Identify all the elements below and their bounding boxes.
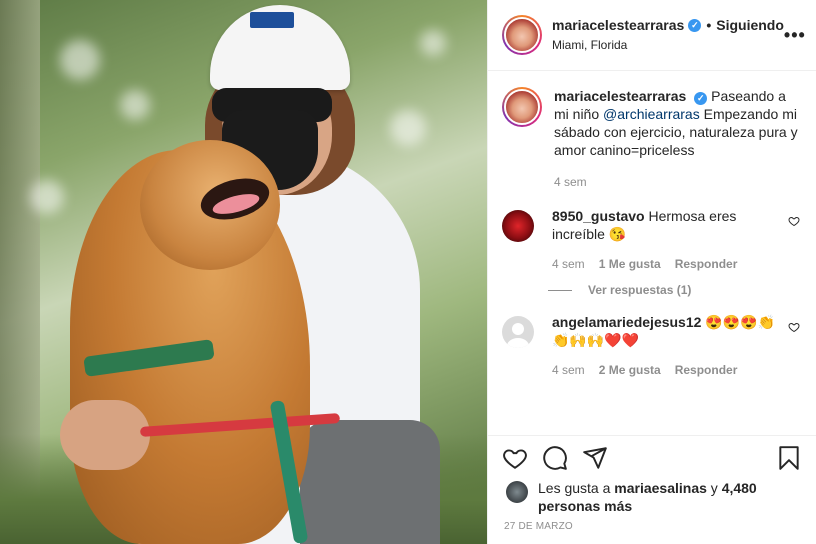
- likes-summary: Les gusta a mariaesalinas y 4,480 person…: [488, 479, 816, 515]
- verified-badge-icon: ✓: [688, 18, 702, 32]
- photo-cap-logo: [250, 12, 294, 28]
- comment-time[interactable]: 4 sem: [552, 257, 585, 271]
- instagram-post-view: mariacelestearraras ✓ • Siguiendo Miami,…: [0, 0, 816, 544]
- caption-verified-badge-icon: ✓: [694, 91, 708, 105]
- commenter-avatar[interactable]: [502, 210, 534, 242]
- comment-time[interactable]: 4 sem: [552, 363, 585, 377]
- view-replies-label: Ver respuestas (1): [588, 283, 692, 297]
- photo-person-hand: [60, 400, 150, 470]
- author-username[interactable]: mariacelestearraras: [552, 16, 684, 34]
- comment-meta: 4 sem 2 Me gusta Responder: [552, 363, 780, 377]
- comment-text: 8950_gustavo Hermosa eres increíble 😘: [552, 207, 780, 243]
- commenter-avatar[interactable]: [502, 316, 534, 348]
- comment-heart-icon[interactable]: [788, 321, 800, 333]
- photo-bokeh: [30, 180, 64, 214]
- post-date[interactable]: 27 DE MARZO: [488, 515, 816, 532]
- comment-text: angelamariedejesus12 😍😍😍👏👏🙌🙌❤️❤️: [552, 313, 780, 349]
- more-icon[interactable]: •••: [784, 25, 806, 46]
- heart-icon[interactable]: [502, 445, 528, 471]
- author-avatar-image: [504, 17, 540, 53]
- reply-button[interactable]: Responder: [675, 363, 738, 377]
- caption-avatar[interactable]: [502, 87, 542, 127]
- likes-text: Les gusta a mariaesalinas y 4,480 person…: [538, 479, 800, 515]
- post-photo[interactable]: [0, 0, 487, 544]
- post-actions-bar: [488, 435, 816, 479]
- comment-meta: 4 sem 1 Me gusta Responder: [552, 257, 780, 271]
- header-separator: •: [706, 17, 712, 33]
- replies-line: [548, 289, 572, 291]
- reply-button[interactable]: Responder: [675, 257, 738, 271]
- likes-middle: y: [706, 480, 722, 496]
- comment-item: angelamariedejesus12 😍😍😍👏👏🙌🙌❤️❤️ 4 sem 2…: [502, 313, 800, 377]
- photo-person-leggings: [300, 420, 440, 544]
- caption-time[interactable]: 4 sem: [554, 175, 587, 189]
- default-avatar-icon: [507, 323, 529, 348]
- photo-bokeh: [420, 30, 446, 56]
- caption-avatar-image: [504, 89, 540, 125]
- bottom-padding: [488, 532, 816, 544]
- post-side-panel: mariacelestearraras ✓ • Siguiendo Miami,…: [487, 0, 816, 544]
- following-button[interactable]: Siguiendo: [716, 16, 784, 34]
- bookmark-icon[interactable]: [776, 445, 802, 471]
- share-icon[interactable]: [582, 445, 608, 471]
- photo-bokeh: [120, 90, 150, 120]
- comment-item: 8950_gustavo Hermosa eres increíble 😘 4 …: [502, 207, 800, 271]
- caption-text: mariacelestearraras ✓ Paseando a mi niño…: [554, 87, 800, 159]
- commenter-username[interactable]: angelamariedejesus12: [552, 314, 701, 330]
- liker-avatar[interactable]: [506, 481, 528, 503]
- author-info: mariacelestearraras ✓ • Siguiendo Miami,…: [552, 16, 784, 54]
- comment-likes[interactable]: 2 Me gusta: [599, 363, 661, 377]
- view-replies-button[interactable]: Ver respuestas (1): [548, 283, 800, 297]
- comment-likes[interactable]: 1 Me gusta: [599, 257, 661, 271]
- commenter-username[interactable]: 8950_gustavo: [552, 208, 645, 224]
- liker-username[interactable]: mariaesalinas: [614, 480, 707, 496]
- caption-username[interactable]: mariacelestearraras: [554, 88, 686, 104]
- photo-bokeh: [60, 40, 100, 80]
- caption-meta: 4 sem: [554, 175, 800, 189]
- post-header: mariacelestearraras ✓ • Siguiendo Miami,…: [488, 0, 816, 71]
- photo-bokeh: [390, 110, 426, 146]
- caption-mention-link[interactable]: @archiearraras: [603, 106, 700, 122]
- post-location[interactable]: Miami, Florida: [552, 36, 784, 54]
- comment-heart-icon[interactable]: [788, 215, 800, 227]
- caption: mariacelestearraras ✓ Paseando a mi niño…: [502, 87, 800, 189]
- comments-section[interactable]: mariacelestearraras ✓ Paseando a mi niño…: [488, 71, 816, 435]
- comment-icon[interactable]: [542, 445, 568, 471]
- author-avatar[interactable]: [502, 15, 542, 55]
- likes-prefix: Les gusta a: [538, 480, 615, 496]
